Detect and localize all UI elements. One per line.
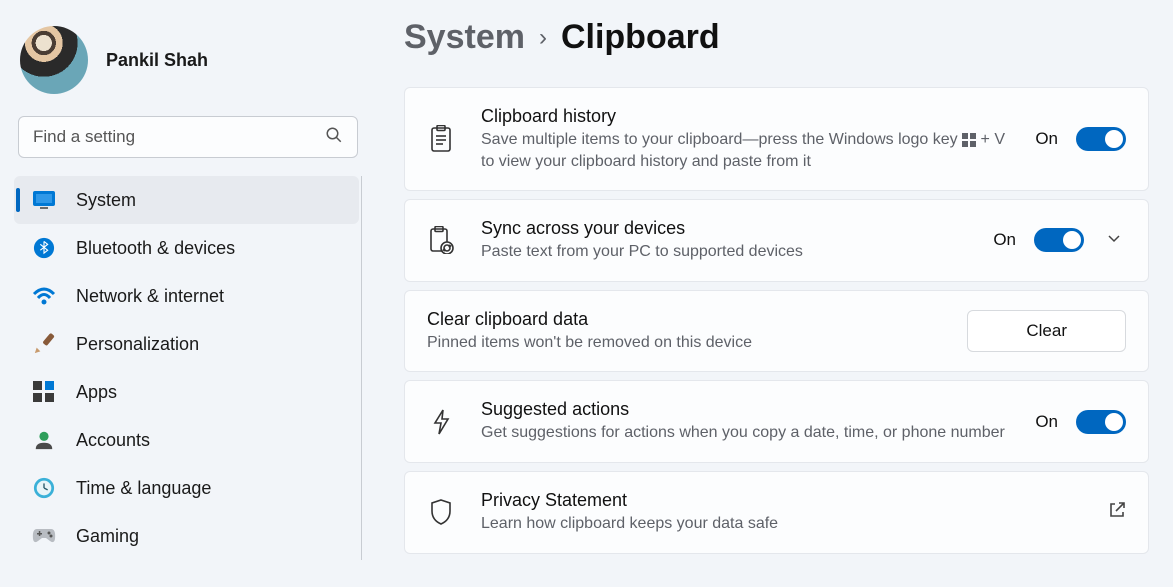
sidebar-item-gaming[interactable]: Gaming — [14, 512, 359, 560]
sidebar-item-time[interactable]: Time & language — [14, 464, 359, 512]
breadcrumb-parent[interactable]: System — [404, 18, 525, 57]
sidebar-item-label: Gaming — [76, 526, 139, 547]
system-icon — [32, 188, 56, 212]
time-icon — [32, 476, 56, 500]
nav-list: System Bluetooth & devices Network & int… — [14, 176, 362, 560]
shield-icon — [427, 498, 455, 526]
chevron-right-icon: › — [539, 24, 547, 52]
toggle-state-label: On — [1035, 129, 1058, 149]
sidebar-item-label: Bluetooth & devices — [76, 238, 235, 259]
setting-description: Get suggestions for actions when you cop… — [481, 422, 1009, 444]
external-link-icon — [1108, 501, 1126, 524]
page-title: Clipboard — [561, 18, 720, 57]
apps-icon — [32, 380, 56, 404]
gaming-icon — [32, 524, 56, 548]
setting-sync-devices[interactable]: Sync across your devices Paste text from… — [404, 199, 1149, 282]
setting-title: Suggested actions — [481, 399, 1009, 420]
setting-description: Learn how clipboard keeps your data safe — [481, 513, 1082, 535]
search-icon — [325, 126, 343, 149]
suggested-actions-toggle[interactable] — [1076, 410, 1126, 434]
chevron-down-icon[interactable] — [1102, 230, 1126, 251]
sidebar-item-network[interactable]: Network & internet — [14, 272, 359, 320]
sidebar-item-label: Apps — [76, 382, 117, 403]
setting-title: Sync across your devices — [481, 218, 967, 239]
sidebar-item-label: Network & internet — [76, 286, 224, 307]
sidebar-item-accounts[interactable]: Accounts — [14, 416, 359, 464]
setting-title: Clear clipboard data — [427, 309, 967, 330]
setting-description: Pinned items won't be removed on this de… — [427, 332, 967, 354]
setting-title: Privacy Statement — [481, 490, 1082, 511]
windows-key-icon — [962, 133, 976, 147]
setting-clipboard-history: Clipboard history Save multiple items to… — [404, 87, 1149, 191]
toggle-state-label: On — [1035, 412, 1058, 432]
profile-block[interactable]: Pankil Shah — [14, 16, 362, 116]
bluetooth-icon — [32, 236, 56, 260]
sidebar-item-label: Time & language — [76, 478, 211, 499]
sidebar-item-personalization[interactable]: Personalization — [14, 320, 359, 368]
setting-clear-clipboard: Clear clipboard data Pinned items won't … — [404, 290, 1149, 373]
clipboard-icon — [427, 125, 455, 153]
clear-button[interactable]: Clear — [967, 310, 1126, 352]
sidebar-item-label: Accounts — [76, 430, 150, 451]
setting-description: Save multiple items to your clipboard—pr… — [481, 129, 1009, 172]
sidebar-item-apps[interactable]: Apps — [14, 368, 359, 416]
profile-name: Pankil Shah — [106, 50, 208, 71]
sidebar-item-label: Personalization — [76, 334, 199, 355]
wifi-icon — [32, 284, 56, 308]
main-content: System › Clipboard Clipboard history Sav… — [370, 0, 1173, 587]
clipboard-sync-icon — [427, 226, 455, 254]
breadcrumb: System › Clipboard — [404, 18, 1149, 57]
sidebar-item-label: System — [76, 190, 136, 211]
sync-toggle[interactable] — [1034, 228, 1084, 252]
search-input[interactable] — [33, 127, 325, 147]
accounts-icon — [32, 428, 56, 452]
setting-suggested-actions: Suggested actions Get suggestions for ac… — [404, 380, 1149, 463]
setting-privacy-statement[interactable]: Privacy Statement Learn how clipboard ke… — [404, 471, 1149, 554]
sidebar-item-system[interactable]: System — [14, 176, 359, 224]
toggle-state-label: On — [993, 230, 1016, 250]
personalization-icon — [32, 332, 56, 356]
setting-title: Clipboard history — [481, 106, 1009, 127]
clipboard-history-toggle[interactable] — [1076, 127, 1126, 151]
avatar — [20, 26, 88, 94]
search-input-wrap[interactable] — [18, 116, 358, 158]
setting-description: Paste text from your PC to supported dev… — [481, 241, 967, 263]
sidebar: Pankil Shah System Bluetooth & devices — [0, 0, 370, 587]
lightning-icon — [427, 408, 455, 436]
sidebar-item-bluetooth[interactable]: Bluetooth & devices — [14, 224, 359, 272]
